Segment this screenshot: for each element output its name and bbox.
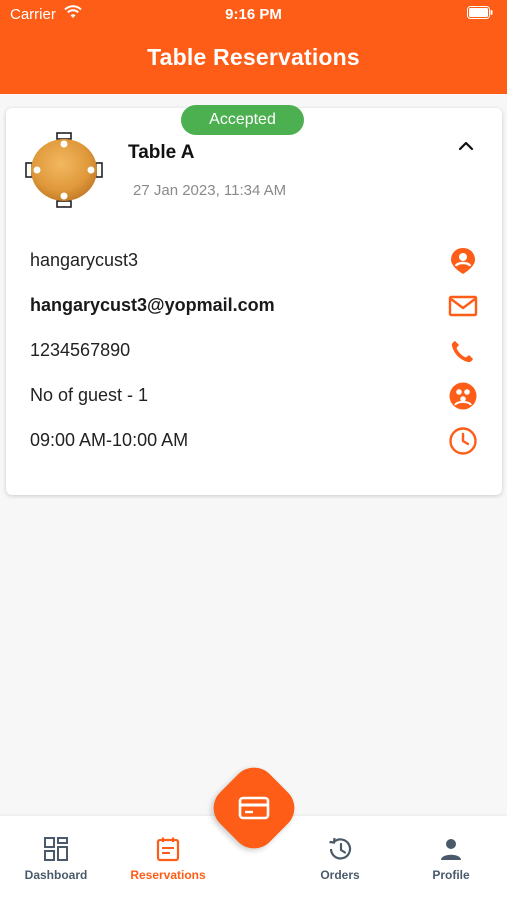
reservation-card[interactable]: Accepted Table A 27 Jan 2023, 11:34 AM h… xyxy=(6,105,502,495)
nav-profile-label: Profile xyxy=(432,868,470,882)
card-icon xyxy=(238,796,270,820)
customer-email: hangarycust3@yopmail.com xyxy=(30,295,275,315)
nav-reservations-label: Reservations xyxy=(130,868,206,882)
nav-orders[interactable]: Orders xyxy=(290,836,390,882)
clock-icon xyxy=(449,427,477,455)
person-icon xyxy=(441,839,461,860)
nav-profile[interactable]: Profile xyxy=(401,836,501,882)
nav-orders-label: Orders xyxy=(320,868,360,882)
page-title: Table Reservations xyxy=(147,44,360,70)
status-bar: Carrier 9:16 PM xyxy=(0,0,507,28)
nav-dashboard[interactable]: Dashboard xyxy=(6,836,106,882)
table-name: Table A xyxy=(128,142,195,163)
phone-icon xyxy=(451,341,473,363)
guests-icon xyxy=(449,382,477,410)
time-slot: 09:00 AM-10:00 AM xyxy=(30,430,189,450)
guest-count: No of guest - 1 xyxy=(30,385,149,405)
guests-row: No of guest - 1 xyxy=(30,379,478,411)
customer-phone: 1234567890 xyxy=(30,340,131,360)
status-badge: Accepted xyxy=(181,105,304,135)
phone-row: 1234567890 xyxy=(30,334,478,366)
reservation-date: 27 Jan 2023, 11:34 AM xyxy=(133,182,287,199)
user-pin-icon xyxy=(451,248,475,274)
mail-icon xyxy=(448,295,478,317)
app-header: Carrier 9:16 PM Table Reservations xyxy=(0,0,507,94)
dashboard-icon xyxy=(44,837,68,861)
status-time: 9:16 PM xyxy=(225,6,282,23)
customer-name: hangarycust3 xyxy=(30,250,139,270)
history-icon xyxy=(329,837,352,860)
nav-reservations[interactable]: Reservations xyxy=(118,836,218,882)
email-row: hangarycust3@yopmail.com xyxy=(30,289,478,321)
battery-icon xyxy=(467,6,493,19)
time-slot-row: 09:00 AM-10:00 AM xyxy=(30,424,478,456)
customer-name-row: hangarycust3 xyxy=(30,244,478,276)
table-image xyxy=(25,132,103,208)
chevron-up-icon[interactable] xyxy=(454,134,478,158)
calendar-icon xyxy=(156,837,180,862)
nav-dashboard-label: Dashboard xyxy=(24,868,88,882)
